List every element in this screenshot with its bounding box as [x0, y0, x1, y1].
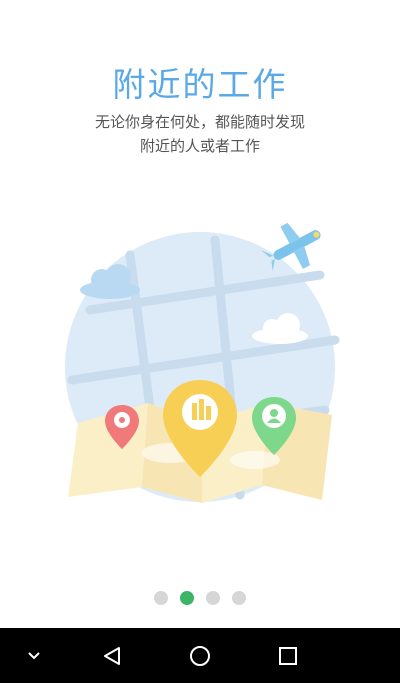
- hide-keyboard-button[interactable]: [16, 628, 52, 683]
- back-icon: [104, 646, 120, 665]
- onboarding-screen[interactable]: 附近的工作 无论你身在何处，都能随时发现 附近的人或者工作: [0, 0, 400, 683]
- page-title: 附近的工作: [112, 65, 288, 104]
- subtitle-line-2: 附近的人或者工作: [139, 137, 260, 155]
- nearby-map-illustration: [65, 222, 340, 503]
- chevron-down-icon: [28, 651, 40, 659]
- home-button[interactable]: [178, 628, 222, 683]
- recents-icon: [279, 646, 297, 665]
- page-dot-2[interactable]: [180, 591, 194, 605]
- page-dot-4[interactable]: [232, 591, 246, 605]
- subtitle-line-1: 无论你身在何处，都能随时发现: [94, 113, 305, 131]
- page-indicator: [0, 591, 400, 605]
- page-dot-1[interactable]: [154, 591, 168, 605]
- back-button[interactable]: [90, 628, 134, 683]
- recents-button[interactable]: [266, 628, 310, 683]
- system-navigation-bar: [0, 628, 400, 683]
- home-icon: [190, 645, 210, 666]
- page-subtitle: 无论你身在何处，都能随时发现 附近的人或者工作: [0, 110, 400, 158]
- page-dot-3[interactable]: [206, 591, 220, 605]
